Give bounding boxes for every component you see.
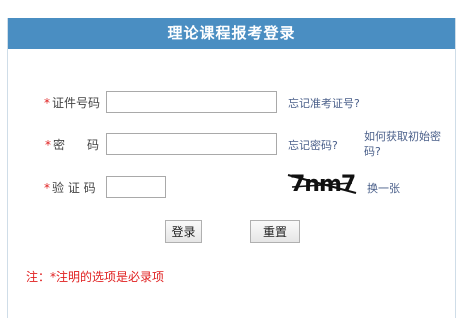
captcha-input[interactable] [106,176,166,198]
login-button[interactable]: 登录 [165,220,202,243]
required-mark: * [44,181,50,195]
reset-button[interactable]: 重置 [250,220,300,243]
get-initial-password-link[interactable]: 如何获取初始密 码? [364,129,441,159]
id-number-input[interactable] [106,91,277,113]
forgot-password-link[interactable]: 忘记密码? [288,137,338,153]
required-mark: * [44,96,50,110]
login-panel: 理论课程报考登录 * 证件号码 忘记准考证号? * 密码 忘记密码? 如何获取初始密… [7,18,456,318]
required-mark: * [45,138,51,152]
page-title: 理论课程报考登录 [8,18,455,49]
password-label-char-1: 密 [53,138,66,152]
get-initial-password-line1: 如何获取初始密 [364,130,441,143]
password-input[interactable] [106,133,277,155]
get-initial-password-line2: 码? [364,145,381,158]
required-fields-note: 注：*注明的选项是必录项 [26,270,165,284]
id-number-label-text: 证件号码 [52,96,101,110]
id-number-label: * 证件号码 [44,94,100,111]
password-label: * 密 码 [45,136,99,153]
refresh-captcha-link[interactable]: 换一张 [367,180,400,196]
forgot-id-link[interactable]: 忘记准考证号? [288,95,360,111]
password-label-char-2: 码 [87,138,100,152]
captcha-label: * 验 证 码 [44,179,96,196]
captcha-image[interactable]: 7nm7 [286,169,358,197]
captcha-label-text: 验 证 码 [52,181,96,195]
